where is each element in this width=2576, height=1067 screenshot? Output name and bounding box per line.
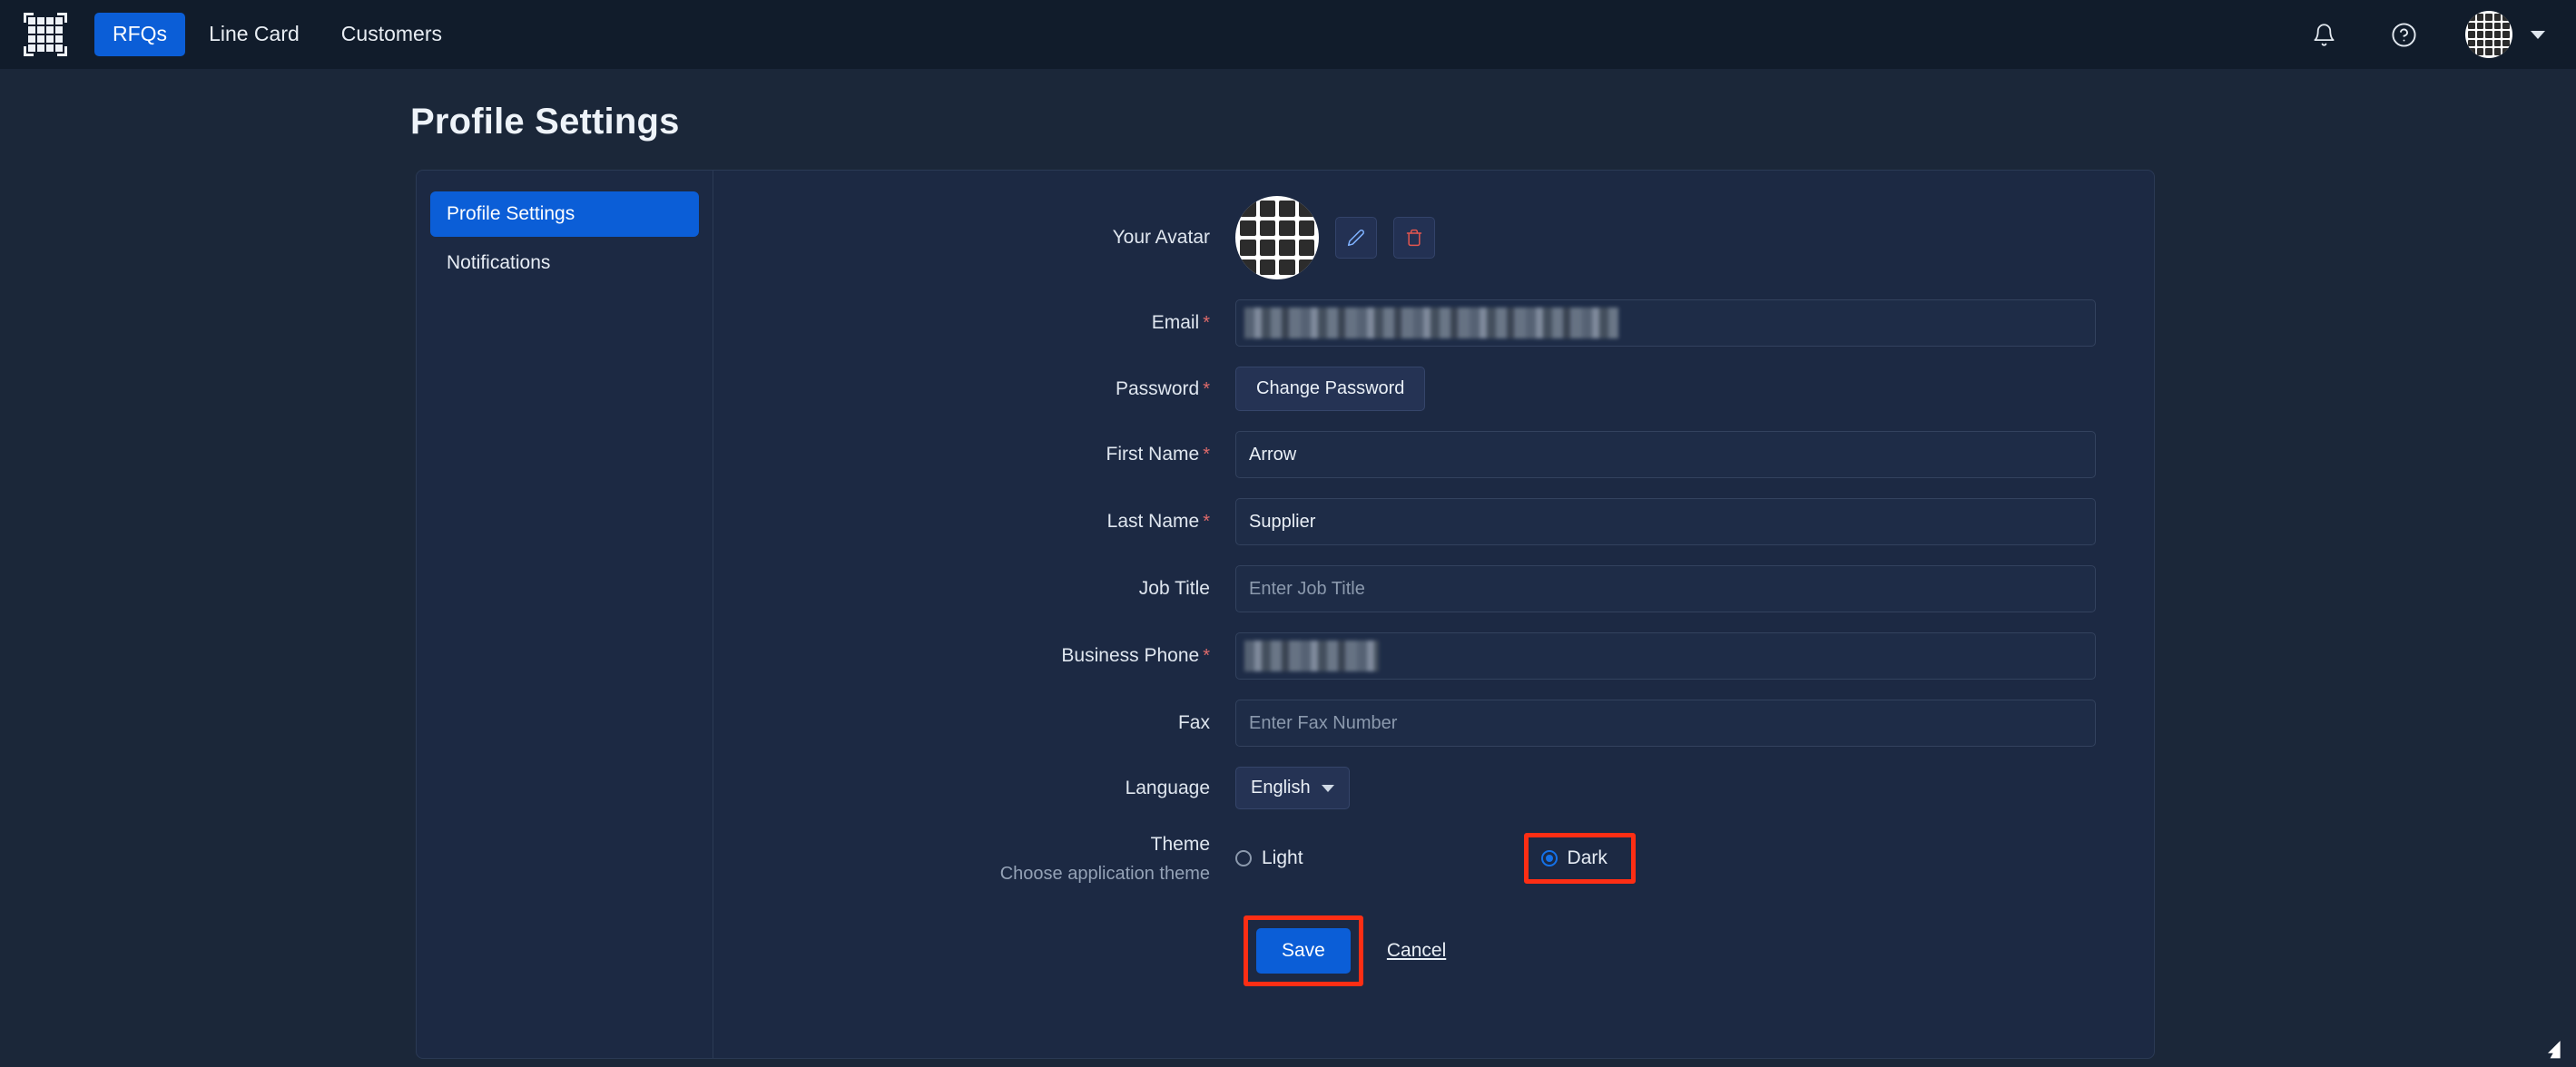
form-row-fax: Fax <box>713 700 2119 747</box>
job-title-control <box>1235 565 2119 612</box>
required-asterisk: * <box>1203 445 1210 465</box>
first-name-input[interactable] <box>1235 431 2096 478</box>
email-field[interactable] <box>1235 299 2096 347</box>
language-label: Language <box>1125 777 1210 798</box>
pencil-edit-icon[interactable] <box>1335 217 1377 259</box>
logo-bracket-top-right <box>57 13 67 23</box>
language-select[interactable]: English <box>1235 767 1350 809</box>
annotation-box-dark-theme: Dark <box>1523 833 1636 885</box>
required-asterisk: * <box>1203 313 1210 334</box>
job-title-label-text: Job Title <box>1138 578 1210 600</box>
avatar-control <box>1235 196 2119 279</box>
app-grid-logo[interactable] <box>24 13 67 56</box>
nav-link-line-card[interactable]: Line Card <box>191 13 318 55</box>
nav-link-customers[interactable]: Customers <box>323 13 460 55</box>
redacted-phone-value <box>1244 641 1379 671</box>
theme-radio-group: Light Dark <box>1235 829 1636 885</box>
logo-bracket-bottom-right <box>57 46 67 56</box>
form-row-email: Email * <box>713 299 2119 347</box>
cancel-link[interactable]: Cancel <box>1387 940 1446 962</box>
last-name-control <box>1235 498 2119 545</box>
form-actions: Save Cancel <box>713 915 2119 987</box>
business-phone-control <box>1235 632 2119 680</box>
job-title-input[interactable] <box>1235 565 2096 612</box>
bell-icon[interactable] <box>2306 16 2342 53</box>
nav-link-rfqs[interactable]: RFQs <box>94 13 186 56</box>
first-name-label-text: First Name <box>1106 444 1200 465</box>
form-row-job-title: Job Title <box>713 565 2119 612</box>
theme-description: Choose application theme <box>999 864 1210 885</box>
job-title-label: Job Title <box>713 577 1235 600</box>
mouse-cursor <box>2544 1037 2561 1060</box>
business-phone-field[interactable] <box>1235 632 2096 680</box>
page-title: Profile Settings <box>410 102 680 142</box>
required-asterisk: * <box>1203 512 1210 533</box>
form-row-first-name: First Name * <box>713 431 2119 478</box>
theme-label: Theme <box>1150 834 1210 855</box>
redacted-email-value <box>1244 308 1618 338</box>
primary-nav: RFQs Line Card Customers <box>94 13 460 56</box>
password-label-text: Password <box>1116 377 1200 399</box>
first-name-control <box>1235 431 2119 478</box>
radio-icon-light <box>1235 850 1252 867</box>
form-row-language: Language English <box>713 767 2119 809</box>
page-body: Profile Settings Profile Settings Notifi… <box>0 102 2576 1059</box>
logo-bracket-bottom-left <box>24 46 34 56</box>
trash-delete-icon[interactable] <box>1393 217 1435 259</box>
user-avatar <box>2465 11 2512 58</box>
fax-label: Fax <box>713 711 1235 734</box>
sidebar-item-profile-settings[interactable]: Profile Settings <box>430 191 699 238</box>
question-circle-icon[interactable] <box>2385 16 2422 53</box>
form-row-last-name: Last Name * <box>713 498 2119 545</box>
theme-label-group: Theme Choose application theme <box>713 829 1235 885</box>
theme-option-light[interactable]: Light <box>1235 847 1303 869</box>
required-asterisk: * <box>1203 646 1210 667</box>
annotation-box-save-button: Save <box>1244 915 1363 987</box>
language-selected-value: English <box>1251 778 1311 798</box>
save-button[interactable]: Save <box>1256 928 1351 974</box>
top-navbar: RFQs Line Card Customers <box>0 0 2576 69</box>
account-menu[interactable] <box>2465 11 2545 58</box>
sidebar-item-notifications[interactable]: Notifications <box>430 240 699 286</box>
fax-control <box>1235 700 2119 747</box>
form-row-business-phone: Business Phone * <box>713 632 2119 680</box>
radio-icon-dark <box>1540 850 1558 867</box>
profile-form: Your Avatar Email * Password * Change Pa… <box>713 171 2154 1058</box>
business-phone-label: Business Phone * <box>713 644 1235 667</box>
fax-label-text: Fax <box>1177 712 1210 734</box>
logo-bracket-top-left <box>24 13 34 23</box>
last-name-label: Last Name * <box>713 510 1235 533</box>
business-phone-label-text: Business Phone <box>1061 645 1200 667</box>
theme-option-dark-label: Dark <box>1567 847 1608 868</box>
avatar-grid-pattern <box>2468 14 2510 55</box>
form-row-avatar: Your Avatar <box>713 196 2119 279</box>
profile-avatar-image <box>1235 196 1319 279</box>
required-asterisk: * <box>1203 378 1210 399</box>
actions-group: Save Cancel <box>1235 915 1446 987</box>
fax-input[interactable] <box>1235 700 2096 747</box>
avatar-label: Your Avatar <box>1112 227 1210 249</box>
language-control: English <box>1235 767 2119 809</box>
theme-option-light-label: Light <box>1262 847 1303 868</box>
navbar-right-group <box>2306 11 2545 58</box>
email-label: Email * <box>713 311 1235 334</box>
avatar-grid-pattern <box>1240 201 1314 275</box>
first-name-label: First Name * <box>713 443 1235 465</box>
chevron-down-icon <box>2531 30 2545 39</box>
form-row-password: Password * Change Password <box>713 367 2119 411</box>
form-row-theme: Theme Choose application theme Light Dar… <box>713 829 2119 885</box>
theme-option-dark[interactable]: Dark <box>1540 847 1608 869</box>
chevron-down-icon <box>1321 784 1334 792</box>
settings-sidebar: Profile Settings Notifications <box>417 171 713 1058</box>
password-control: Change Password <box>1235 367 2119 411</box>
password-label: Password * <box>713 377 1235 400</box>
last-name-label-text: Last Name <box>1106 511 1200 533</box>
change-password-button[interactable]: Change Password <box>1235 367 1426 411</box>
last-name-input[interactable] <box>1235 498 2096 545</box>
email-control <box>1235 299 2119 347</box>
email-label-text: Email <box>1151 312 1200 334</box>
settings-card: Profile Settings Notifications Your Avat… <box>416 170 2155 1059</box>
